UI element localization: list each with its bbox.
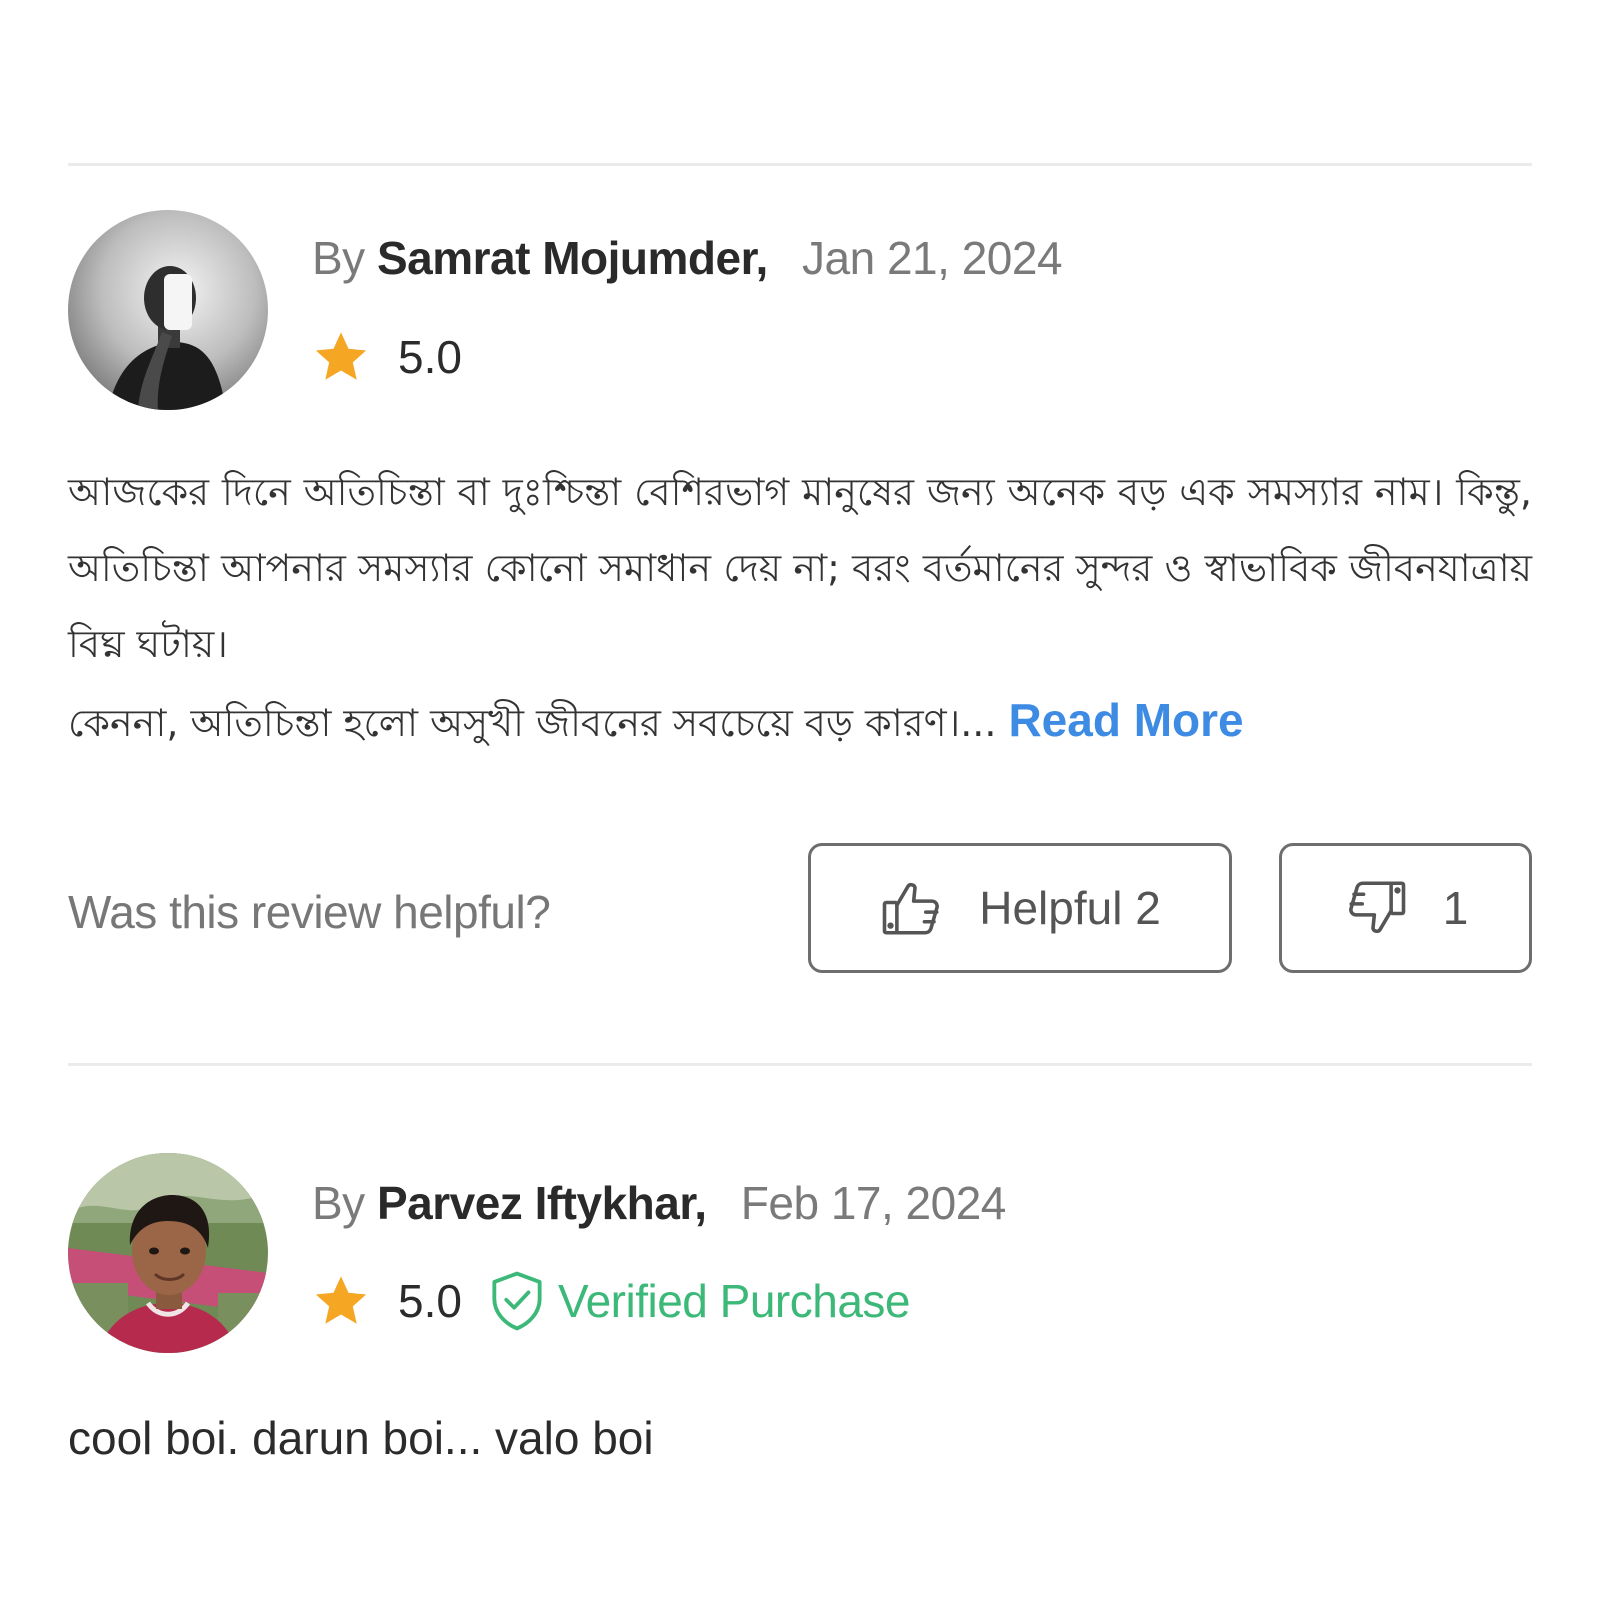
not-helpful-count: 1 bbox=[1442, 882, 1469, 934]
author-comma: , bbox=[694, 1177, 707, 1229]
star-icon bbox=[315, 332, 367, 380]
not-helpful-button[interactable]: 1 bbox=[1279, 843, 1532, 973]
helpful-question: Was this review helpful? bbox=[68, 886, 551, 938]
helpful-count-label: Helpful 2 bbox=[979, 882, 1161, 934]
rating-value: 5.0 bbox=[398, 1275, 462, 1327]
helpful-button[interactable]: Helpful 2 bbox=[808, 843, 1232, 973]
review-paragraph-end: কেননা, অতিচিন্তা হলো অসুখী জীবনের সবচেয়… bbox=[68, 701, 997, 745]
star-icon bbox=[315, 1276, 367, 1324]
review-byline: By Samrat Mojumder, Jan 21, 2024 bbox=[312, 228, 1063, 288]
review-divider bbox=[68, 163, 1532, 166]
verified-purchase-badge: Verified Purchase bbox=[557, 1275, 911, 1327]
review-date: Jan 21, 2024 bbox=[802, 232, 1063, 284]
rating-row: 5.0 Verified Purchase bbox=[312, 1271, 911, 1331]
thumbs-down-icon bbox=[1348, 881, 1405, 934]
rating-value: 5.0 bbox=[398, 331, 462, 383]
by-prefix: By bbox=[312, 232, 365, 284]
thumbs-up-icon bbox=[882, 882, 940, 935]
read-more-link[interactable]: Read More bbox=[1008, 694, 1243, 746]
review-paragraph: আজকের দিনে অতিচিন্তা বা দুঃশ্চিন্তা বেশি… bbox=[68, 470, 1532, 666]
review-divider bbox=[68, 1063, 1532, 1066]
review-paragraph-last: কেননা, অতিচিন্তা হলো অসুখী জীবনের সবচেয়… bbox=[68, 682, 1532, 761]
author-comma: , bbox=[755, 232, 768, 284]
review-text: cool boi. darun boi... valo boi bbox=[68, 1412, 654, 1464]
reviewer-avatar bbox=[68, 210, 268, 410]
rating-row: 5.0 bbox=[312, 327, 462, 387]
review-byline: By Parvez Iftykhar, Feb 17, 2024 bbox=[312, 1173, 1006, 1233]
by-prefix: By bbox=[312, 1177, 365, 1229]
shield-check-icon bbox=[492, 1271, 542, 1331]
author-name[interactable]: Parvez Iftykhar bbox=[377, 1177, 695, 1229]
reviewer-avatar bbox=[68, 1153, 268, 1353]
review-text: আজকের দিনে অতিচিন্তা বা দুঃশ্চিন্তা বেশি… bbox=[68, 454, 1532, 761]
author-name[interactable]: Samrat Mojumder bbox=[377, 232, 756, 284]
review-date: Feb 17, 2024 bbox=[740, 1177, 1007, 1229]
